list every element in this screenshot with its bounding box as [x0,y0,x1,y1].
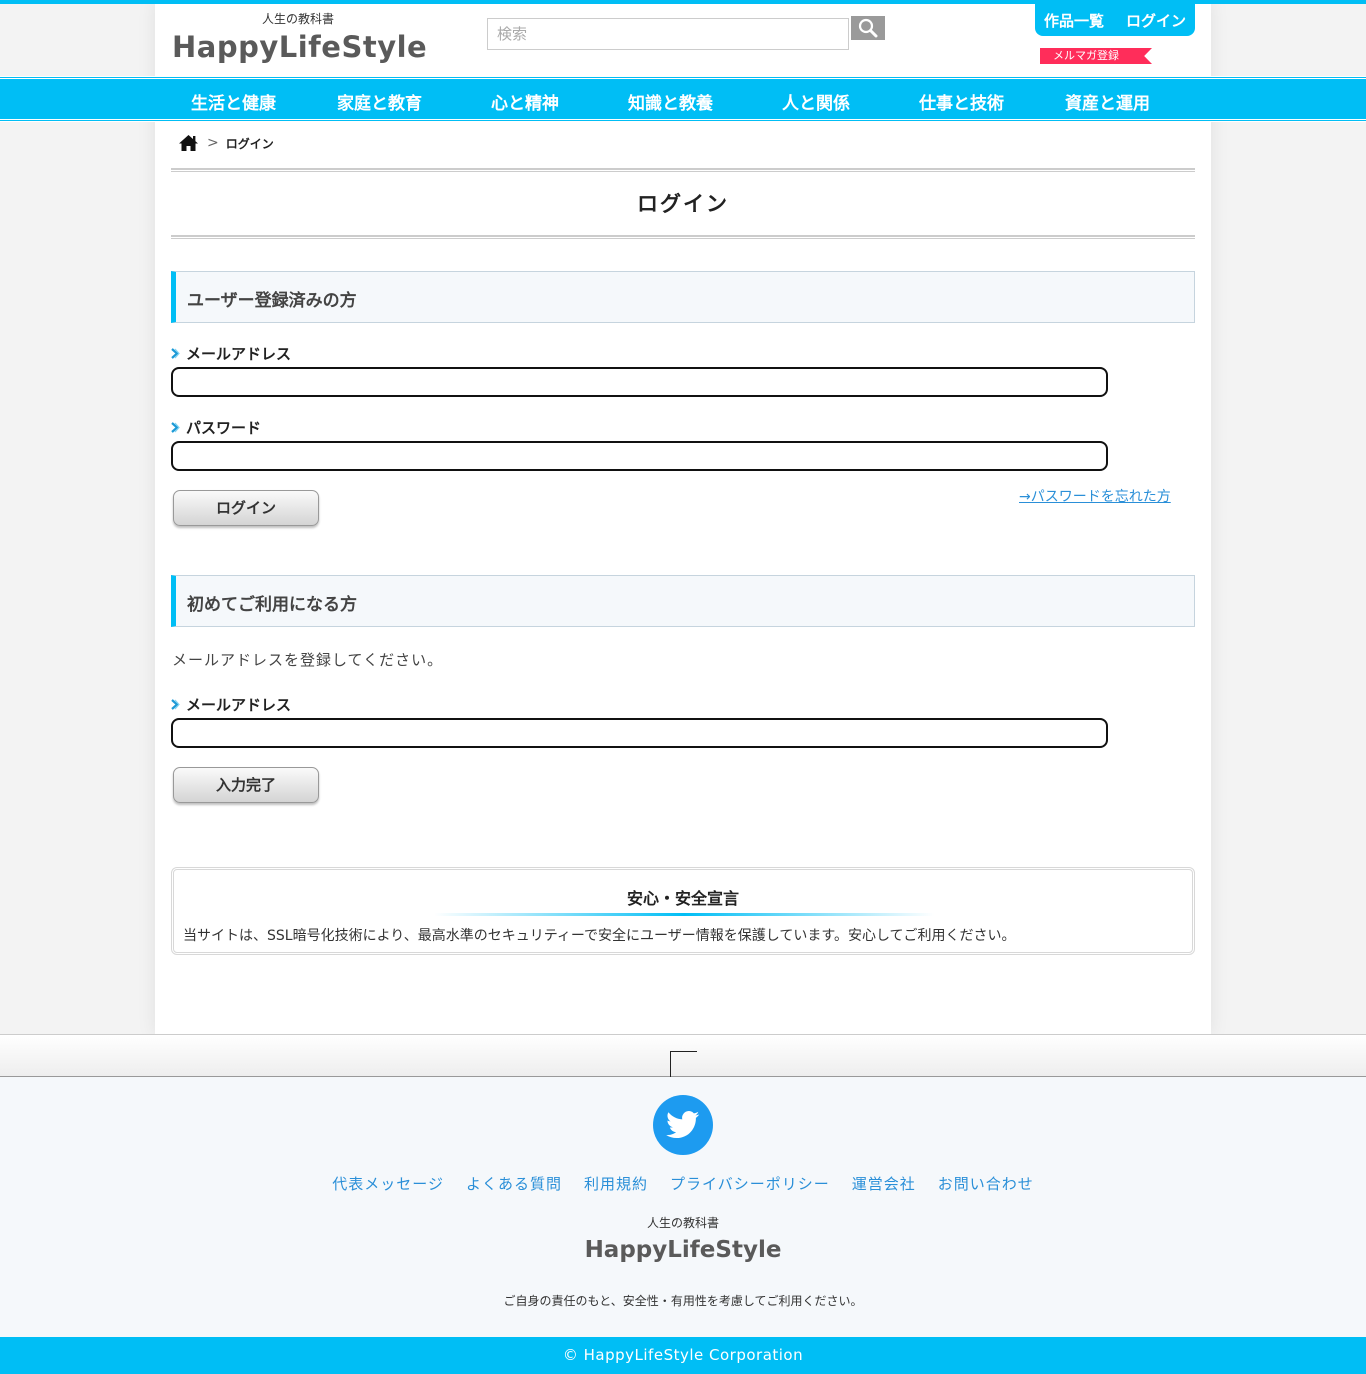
title-rule-bottom [171,235,1195,239]
password-label-text: パスワード [186,419,262,437]
global-nav: 生活と健康 家庭と教育 心と精神 知識と教養 人と関係 仕事と技術 資産と運用 [0,76,1366,122]
footer-link-contact[interactable]: お問い合わせ [938,1173,1034,1194]
pagetop-strip [0,1034,1366,1078]
footer-links: 代表メッセージ よくある質問 利用規約 プライバシーポリシー 運営会社 お問い合… [0,1173,1366,1194]
register-instruction: メールアドレスを登録してください。 [172,651,444,669]
first-time-heading: 初めてご利用になる方 [171,575,1195,627]
nav-item-work[interactable]: 仕事と技術 [919,89,1004,114]
password-label: パスワード [171,417,261,438]
breadcrumb-separator: > [207,135,219,151]
register-email-field[interactable] [171,718,1108,748]
breadcrumb-current: ログイン [225,136,274,151]
register-email-label-text: メールアドレス [186,696,292,714]
search-icon [858,18,878,38]
login-link[interactable]: ログイン [1126,10,1186,31]
twitter-button[interactable] [653,1095,713,1155]
register-email-label: メールアドレス [171,694,291,715]
registered-heading: ユーザー登録済みの方 [171,271,1195,323]
chevron-right-icon [171,422,180,433]
home-icon[interactable] [178,134,199,152]
chevron-right-icon [171,699,180,710]
footer-link-company[interactable]: 運営会社 [852,1173,916,1194]
footer-link-terms[interactable]: 利用規約 [584,1173,648,1194]
logo-subtitle: 人生の教科書 [262,12,335,26]
nav-item-knowledge[interactable]: 知識と教養 [628,89,713,114]
security-box: 安心・安全宣言 当サイトは、SSL暗号化技術により、最高水準のセキュリティーで安… [171,867,1195,955]
email-label: メールアドレス [171,343,291,364]
footer-link-faq[interactable]: よくある質問 [466,1173,562,1194]
footer-logo-subtitle: 人生の教科書 [646,1216,719,1230]
security-text: 当サイトは、SSL暗号化技術により、最高水準のセキュリティーで安全にユーザー情報… [183,928,1016,944]
breadcrumb: > ログイン [178,134,274,152]
twitter-icon [666,1111,700,1139]
search-button[interactable] [851,16,885,40]
email-label-text: メールアドレス [186,345,292,363]
nav-item-mind[interactable]: 心と精神 [491,89,559,114]
nav-item-health[interactable]: 生活と健康 [191,89,276,114]
nav-item-assets[interactable]: 資産と運用 [1065,89,1150,114]
page-title: ログイン [637,192,729,216]
footer-note: ご自身の責任のもと、安全性・有用性を考慮してご利用ください。 [503,1294,863,1308]
submit-button[interactable]: 入力完了 [173,767,319,803]
title-rule-top [171,168,1195,172]
email-field[interactable] [171,367,1108,397]
mailmag-ribbon[interactable]: メルマガ登録 [1040,48,1152,64]
works-list-link[interactable]: 作品一覧 [1044,10,1104,31]
security-title: 安心・安全宣言 [626,889,739,908]
password-field[interactable] [171,441,1108,471]
nav-item-relations[interactable]: 人と関係 [782,89,850,114]
login-button[interactable]: ログイン [173,490,319,526]
footer-link-privacy[interactable]: プライバシーポリシー [670,1173,830,1194]
search-input[interactable] [487,18,849,50]
footer-logo[interactable]: HappyLifeStyle [0,1237,1366,1263]
footer-link-message[interactable]: 代表メッセージ [332,1173,444,1194]
site-logo[interactable]: HappyLifeStyle [172,30,427,64]
security-rule [434,913,934,916]
nav-item-family[interactable]: 家庭と教育 [337,89,422,114]
forgot-password-link[interactable]: →パスワードを忘れた方 [1019,486,1171,506]
pagetop-icon[interactable] [670,1051,697,1078]
chevron-right-icon [171,348,180,359]
top-links: 作品一覧 ログイン [1035,4,1195,36]
copyright: © HappyLifeStyle Corporation [0,1337,1366,1374]
